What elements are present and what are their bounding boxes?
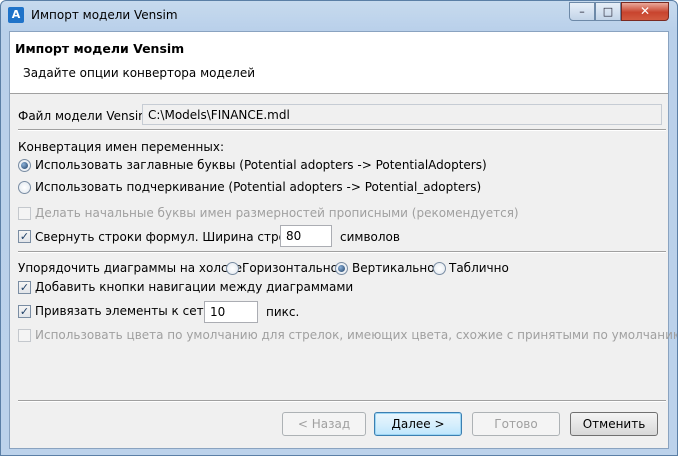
close-button[interactable]: ✕ xyxy=(621,2,669,21)
radio-table-label[interactable]: Таблично xyxy=(449,261,509,275)
radio-underscore[interactable] xyxy=(18,181,31,194)
cancel-button[interactable]: Отменить xyxy=(570,412,658,436)
checkbox-wrap-lines[interactable]: ✓ xyxy=(18,230,31,243)
checkbox-nav-buttons[interactable]: ✓ xyxy=(18,281,31,294)
naming-label: Конвертация имен переменных: xyxy=(18,140,224,154)
radio-vertical-label[interactable]: Вертикально xyxy=(352,261,435,275)
checkbox-default-colors[interactable] xyxy=(18,329,31,342)
line-width-input[interactable] xyxy=(280,225,332,247)
vensim-app-icon: A xyxy=(8,7,24,23)
checkbox-capitalize-dims-label: Делать начальные буквы имен размерностей… xyxy=(35,206,519,220)
radio-capital-letters[interactable] xyxy=(18,159,31,172)
checkbox-wrap-lines-label[interactable]: Свернуть строки формул. Ширина строки: xyxy=(35,230,305,244)
separator-1 xyxy=(18,129,666,131)
wizard-header: Импорт модели Vensim Задайте опции конве… xyxy=(10,32,668,94)
title-bar[interactable]: A Импорт модели Vensim – □ ✕ xyxy=(1,1,677,31)
checkbox-capitalize-dims[interactable] xyxy=(18,207,31,220)
radio-table[interactable] xyxy=(433,262,446,275)
dialog-client: Импорт модели Vensim Задайте опции конве… xyxy=(9,31,677,449)
checkbox-default-colors-label: Использовать цвета по умолчанию для стре… xyxy=(35,328,678,342)
grid-size-input[interactable] xyxy=(204,301,258,323)
file-label: Файл модели Vensim: xyxy=(18,109,154,123)
radio-horizontal[interactable] xyxy=(226,262,239,275)
page-title: Импорт модели Vensim xyxy=(15,41,185,56)
line-width-unit: символов xyxy=(340,230,400,244)
diagrams-label: Упорядочить диаграммы на холсте: xyxy=(18,261,246,275)
maximize-button[interactable]: □ xyxy=(595,2,621,21)
minimize-button[interactable]: – xyxy=(569,2,595,21)
checkbox-snap-grid-label[interactable]: Привязать элементы к сетке: xyxy=(35,304,222,318)
radio-underscore-label[interactable]: Использовать подчеркивание (Potential ad… xyxy=(35,180,481,194)
grid-size-unit: пикс. xyxy=(266,305,300,319)
next-button[interactable]: Далее > xyxy=(374,412,462,436)
checkbox-snap-grid[interactable]: ✓ xyxy=(18,305,31,318)
file-path-field[interactable] xyxy=(142,104,662,125)
finish-button[interactable]: Готово xyxy=(472,412,560,436)
separator-3 xyxy=(18,400,666,402)
back-button[interactable]: < Назад xyxy=(282,412,366,436)
checkbox-nav-buttons-label[interactable]: Добавить кнопки навигации между диаграмм… xyxy=(35,280,353,294)
radio-vertical[interactable] xyxy=(335,262,348,275)
window-title: Импорт модели Vensim xyxy=(31,8,178,22)
radio-horizontal-label[interactable]: Горизонтально xyxy=(242,261,338,275)
separator-2 xyxy=(18,251,666,253)
import-dialog-window: A Импорт модели Vensim – □ ✕ Импорт моде… xyxy=(0,0,678,456)
radio-capital-letters-label[interactable]: Использовать заглавные буквы (Potential … xyxy=(35,158,487,172)
page-subtitle: Задайте опции конвертора моделей xyxy=(23,66,256,80)
